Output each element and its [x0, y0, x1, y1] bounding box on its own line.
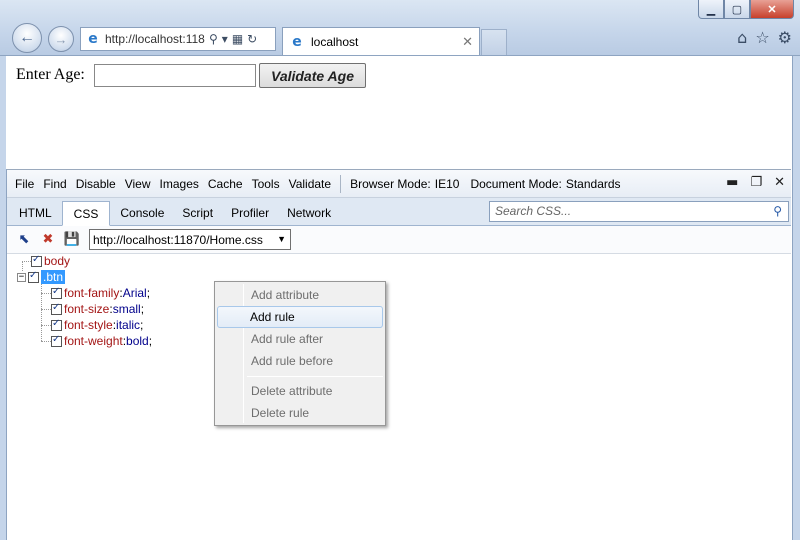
ie-logo-icon: e — [292, 33, 302, 50]
menu-delete-rule[interactable]: Delete rule — [217, 402, 383, 424]
menu-view[interactable]: View — [125, 177, 151, 191]
select-element-cursor-icon[interactable]: ⬉ — [15, 231, 33, 249]
stylesheet-select[interactable]: http://localhost:11870/Home.css ▼ — [89, 229, 291, 250]
rule-selector: .btn — [41, 270, 66, 284]
tab-css[interactable]: CSS — [61, 201, 111, 226]
property-value[interactable]: Arial — [123, 286, 147, 300]
css-rule-body[interactable]: body — [31, 253, 70, 269]
rule-checkbox[interactable] — [28, 270, 39, 283]
property-value[interactable]: small — [113, 302, 141, 316]
age-input[interactable] — [94, 64, 256, 87]
property-name: font-weight — [64, 334, 123, 348]
css-property-row[interactable]: font-size: small; — [51, 301, 144, 317]
home-icon[interactable]: ⌂ — [737, 28, 747, 47]
css-rule-btn[interactable]: − .btn — [17, 269, 66, 285]
undock-devtools-icon[interactable]: ❐ — [750, 175, 762, 190]
css-toolbar: ⬉ ✖ 💾 http://localhost:11870/Home.css ▼ — [7, 226, 791, 254]
tab-console[interactable]: Console — [112, 203, 172, 225]
browser-mode-menu[interactable]: Browser Mode: IE10 — [350, 177, 459, 191]
age-label: Enter Age: — [16, 66, 85, 83]
maximize-button[interactable]: ▢ — [724, 0, 750, 19]
menu-disable[interactable]: Disable — [76, 177, 116, 191]
document-mode-menu[interactable]: Document Mode: Standards — [470, 177, 620, 191]
menu-delete-attribute[interactable]: Delete attribute — [217, 380, 383, 402]
stylesheet-url: http://localhost:11870/Home.css — [93, 232, 263, 247]
devtools-tab-strip: HTML CSS Console Script Profiler Network… — [7, 198, 791, 226]
window-frame-right — [792, 56, 800, 540]
rule-selector: body — [44, 254, 71, 268]
dropdown-arrow-icon: ▼ — [277, 234, 286, 244]
menu-separator — [247, 376, 383, 377]
tab-profiler[interactable]: Profiler — [223, 203, 277, 225]
menu-images[interactable]: Images — [160, 177, 199, 191]
property-checkbox[interactable] — [51, 286, 62, 299]
menu-file[interactable]: File — [15, 177, 34, 191]
dropdown-arrow-icon[interactable]: ▾ — [222, 32, 228, 46]
rule-checkbox[interactable] — [31, 254, 42, 267]
css-property-row[interactable]: font-family: Arial; — [51, 285, 150, 301]
property-checkbox[interactable] — [51, 318, 62, 331]
context-menu: Add attribute Add rule Add rule after Ad… — [214, 281, 386, 426]
web-page-content: Enter Age: Validate Age — [6, 56, 792, 169]
menu-cache[interactable]: Cache — [208, 177, 243, 191]
favorites-star-icon[interactable]: ☆ — [755, 28, 769, 47]
collapse-icon[interactable]: − — [17, 272, 26, 282]
arrow-left-icon: ← — [19, 29, 35, 46]
search-icon[interactable]: ⚲ — [209, 32, 218, 46]
back-button[interactable]: ← — [12, 23, 42, 53]
menu-tools[interactable]: Tools — [252, 177, 280, 191]
close-tab-icon[interactable]: ✕ — [462, 34, 473, 50]
forward-button[interactable]: → — [48, 26, 74, 52]
developer-tools-panel: File Find Disable View Images Cache Tool… — [7, 169, 791, 540]
property-value[interactable]: italic — [116, 318, 140, 332]
menu-validate[interactable]: Validate — [289, 177, 331, 191]
devtools-menu-bar: File Find Disable View Images Cache Tool… — [7, 170, 791, 198]
search-css-input[interactable]: Search CSS... ⚲ — [489, 201, 789, 222]
arrow-right-icon: → — [54, 31, 68, 47]
tab-html[interactable]: HTML — [11, 203, 60, 225]
validate-age-button[interactable]: Validate Age — [259, 63, 366, 88]
property-name: font-size — [64, 302, 110, 316]
window-controls: ▁ ▢ ✕ — [698, 0, 794, 20]
menu-add-rule-before[interactable]: Add rule before — [217, 350, 383, 372]
browser-tab-localhost[interactable]: e localhost ✕ — [282, 27, 480, 55]
property-value[interactable]: bold — [126, 334, 149, 348]
document-mode-value: Standards — [565, 176, 621, 191]
browser-title-bar: ▁ ▢ ✕ ← → e http://localhost:118 ⚲ ▾ ▦ ↻… — [0, 0, 800, 56]
address-url[interactable]: http://localhost:118 — [105, 32, 205, 46]
ie-logo-icon: e — [88, 31, 98, 47]
search-css-placeholder: Search CSS... — [495, 204, 572, 218]
refresh-icon[interactable]: ↻ — [247, 32, 257, 46]
menu-add-attribute[interactable]: Add attribute — [217, 284, 383, 306]
close-window-button[interactable]: ✕ — [750, 0, 794, 19]
save-floppy-icon[interactable]: 💾 — [63, 231, 81, 249]
tab-network[interactable]: Network — [279, 203, 339, 225]
clear-changes-icon[interactable]: ✖ — [39, 231, 57, 249]
close-devtools-icon[interactable]: ✕ — [774, 175, 785, 190]
property-checkbox[interactable] — [51, 302, 62, 315]
css-property-row[interactable]: font-weight: bold; — [51, 333, 152, 349]
property-name: font-family — [64, 286, 120, 300]
new-tab-button[interactable] — [481, 29, 507, 55]
menu-add-rule[interactable]: Add rule — [217, 306, 383, 328]
tools-gear-icon[interactable]: ⚙ — [778, 28, 792, 47]
minimize-button[interactable]: ▁ — [698, 0, 724, 19]
tab-script[interactable]: Script — [174, 203, 221, 225]
menu-find[interactable]: Find — [43, 177, 66, 191]
minimize-devtools-icon[interactable]: ▬ — [726, 175, 738, 190]
address-bar[interactable]: e http://localhost:118 ⚲ ▾ ▦ ↻ — [80, 27, 276, 51]
tab-title: localhost — [311, 34, 359, 49]
property-checkbox[interactable] — [51, 334, 62, 347]
menu-add-rule-after[interactable]: Add rule after — [217, 328, 383, 350]
browser-mode-value: IE10 — [434, 176, 460, 191]
property-name: font-style — [64, 318, 113, 332]
css-property-row[interactable]: font-style: italic; — [51, 317, 143, 333]
compatibility-view-icon[interactable]: ▦ — [232, 32, 243, 46]
menu-separator — [340, 174, 342, 193]
search-icon[interactable]: ⚲ — [773, 204, 782, 218]
